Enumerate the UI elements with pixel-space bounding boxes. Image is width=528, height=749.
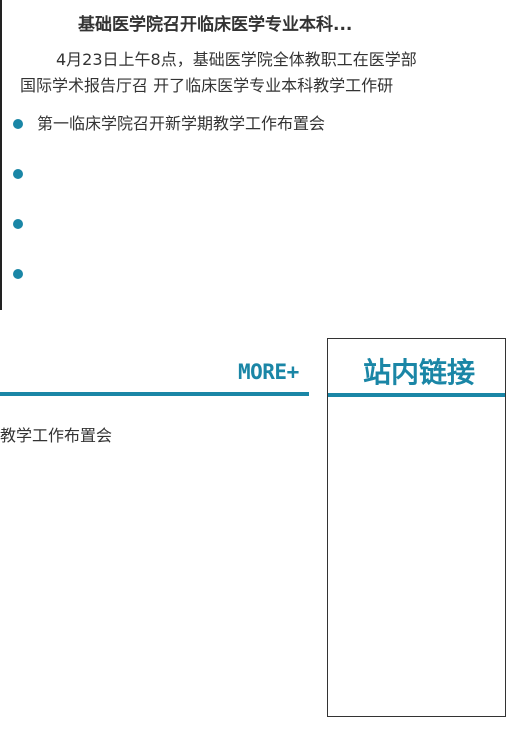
news-summary: 4月23日上午8点，基础医学院全体教职工在医学部 国际学术报告厅召 开了临床医学… bbox=[20, 47, 500, 99]
news-summary-line-2: 国际学术报告厅召 开了临床医学专业本科教学工作研 bbox=[20, 76, 394, 95]
news-block: 基础医学院召开临床医学专业本科... 4月23日上午8点，基础医学院全体教职工在… bbox=[0, 0, 510, 310]
more-button[interactable]: MORE+ bbox=[238, 360, 299, 384]
site-links-panel: 站内链接 bbox=[327, 338, 506, 717]
bullet-dot-icon bbox=[13, 219, 23, 229]
bullet-dot-icon bbox=[13, 119, 23, 129]
news-list-item-link[interactable]: 第一临床学院召开新学期教学工作布置会 bbox=[37, 110, 325, 138]
site-links-divider bbox=[328, 393, 505, 397]
news-left-border bbox=[0, 0, 2, 310]
section-divider bbox=[0, 392, 309, 396]
site-links-title: 站内链接 bbox=[363, 356, 476, 389]
news-headline-link[interactable]: 基础医学院召开临床医学专业本科... bbox=[78, 10, 352, 35]
section-list-item-link[interactable]: 教学工作布置会 bbox=[0, 422, 112, 446]
bullet-dot-icon bbox=[13, 269, 23, 279]
bullet-dot-icon bbox=[13, 169, 23, 179]
news-summary-line-1: 4月23日上午8点，基础医学院全体教职工在医学部 bbox=[56, 50, 417, 69]
